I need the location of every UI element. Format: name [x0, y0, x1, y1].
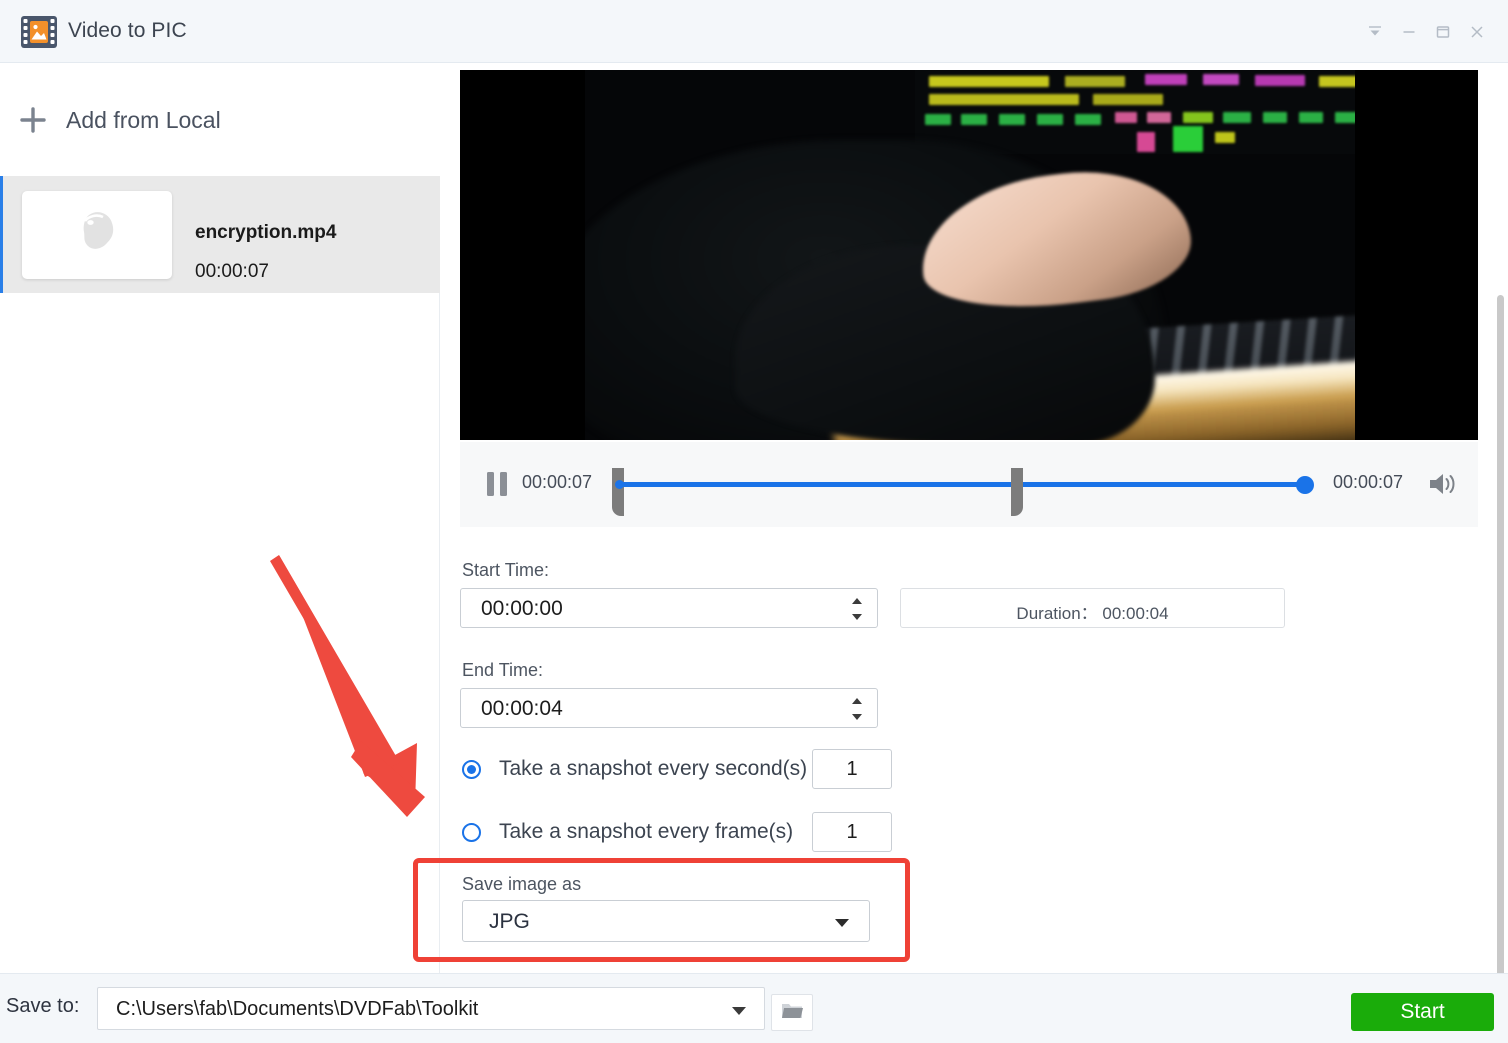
- snapshot-second-input[interactable]: 1: [812, 749, 892, 789]
- start-time-stepper[interactable]: [851, 598, 863, 620]
- save-to-path-value: C:\Users\fab\Documents\DVDFab\Toolkit: [116, 998, 479, 1020]
- video-frame-image: [585, 70, 1355, 440]
- folder-icon: [780, 1000, 804, 1026]
- add-from-local-button[interactable]: Add from Local: [0, 63, 440, 176]
- end-time-stepper[interactable]: [851, 698, 863, 720]
- end-time-value: 00:00:04: [481, 697, 563, 720]
- trim-start-handle[interactable]: [612, 468, 624, 516]
- title-bar: Video to PIC: [0, 0, 1508, 63]
- chevron-down-icon[interactable]: [732, 1007, 746, 1015]
- progress-track[interactable]: [618, 482, 1308, 487]
- maximize-button[interactable]: [1426, 0, 1460, 63]
- speaker-icon[interactable]: [1426, 469, 1458, 499]
- snapshot-second-option[interactable]: Take a snapshot every second(s): [462, 757, 807, 781]
- collapse-button[interactable]: [1358, 0, 1392, 63]
- radio-snapshot-frame[interactable]: [462, 822, 481, 842]
- duration-text: Duration： 00:00:04: [1016, 604, 1169, 623]
- trim-end-handle[interactable]: [1011, 468, 1023, 516]
- save-to-path-input[interactable]: C:\Users\fab\Documents\DVDFab\Toolkit: [97, 987, 765, 1030]
- selection-indicator: [0, 176, 3, 293]
- scrollbar-thumb[interactable]: [1497, 295, 1504, 1037]
- save-image-as-label: Save image as: [462, 874, 582, 894]
- app-window: Video to PIC Add from Local encryption.m…: [0, 0, 1508, 1043]
- list-item[interactable]: encryption.mp4 00:00:07: [0, 176, 440, 293]
- current-time: 00:00:07: [522, 472, 593, 492]
- plus-icon: [18, 105, 48, 135]
- snapshot-frame-option[interactable]: Take a snapshot every frame(s): [462, 820, 793, 844]
- progress-knob[interactable]: [1296, 476, 1314, 494]
- snapshot-second-label: Take a snapshot every second(s): [499, 757, 808, 780]
- start-button[interactable]: Start: [1351, 993, 1494, 1031]
- bottom-bar: Save to: C:\Users\fab\Documents\DVDFab\T…: [0, 973, 1508, 1043]
- start-time-value: 00:00:00: [481, 597, 563, 620]
- snapshot-frame-input[interactable]: 1: [812, 812, 892, 852]
- pause-button[interactable]: [483, 468, 513, 500]
- end-time-input[interactable]: 00:00:04: [460, 688, 878, 728]
- vertical-scrollbar[interactable]: [1494, 63, 1508, 1037]
- window-controls: [1358, 0, 1494, 63]
- close-button[interactable]: [1460, 0, 1494, 63]
- start-button-label: Start: [1400, 1000, 1445, 1023]
- file-name: encryption.mp4: [195, 222, 337, 243]
- end-time-label: End Time:: [462, 660, 544, 680]
- player-controls: 00:00:07 00:00:07: [460, 442, 1478, 527]
- film-image-icon: [20, 14, 58, 50]
- background-monitor: [915, 70, 1355, 154]
- start-time-input[interactable]: 00:00:00: [460, 588, 878, 628]
- total-time: 00:00:07: [1333, 472, 1404, 492]
- add-from-local-label: Add from Local: [66, 107, 221, 133]
- image-placeholder-icon: [67, 205, 127, 266]
- sidebar: Add from Local encryption.mp4 00:00:07: [0, 63, 440, 973]
- save-image-as-value: JPG: [489, 910, 530, 933]
- video-thumbnail: [22, 191, 172, 279]
- save-image-as-dropdown[interactable]: JPG: [462, 900, 870, 942]
- progress-start-dot: [615, 480, 624, 489]
- snapshot-frame-label: Take a snapshot every frame(s): [499, 820, 794, 843]
- radio-snapshot-second[interactable]: [462, 759, 481, 779]
- start-time-label: Start Time:: [462, 560, 550, 580]
- save-to-label: Save to:: [6, 995, 80, 1017]
- file-duration: 00:00:07: [195, 261, 269, 282]
- duration-display: Duration： 00:00:04: [900, 588, 1285, 628]
- browse-folder-button[interactable]: [771, 994, 813, 1031]
- minimize-button[interactable]: [1392, 0, 1426, 63]
- chevron-down-icon: [835, 919, 849, 927]
- window-title: Video to PIC: [68, 19, 187, 42]
- arrow-annotation: [270, 555, 425, 817]
- video-preview[interactable]: [460, 70, 1478, 440]
